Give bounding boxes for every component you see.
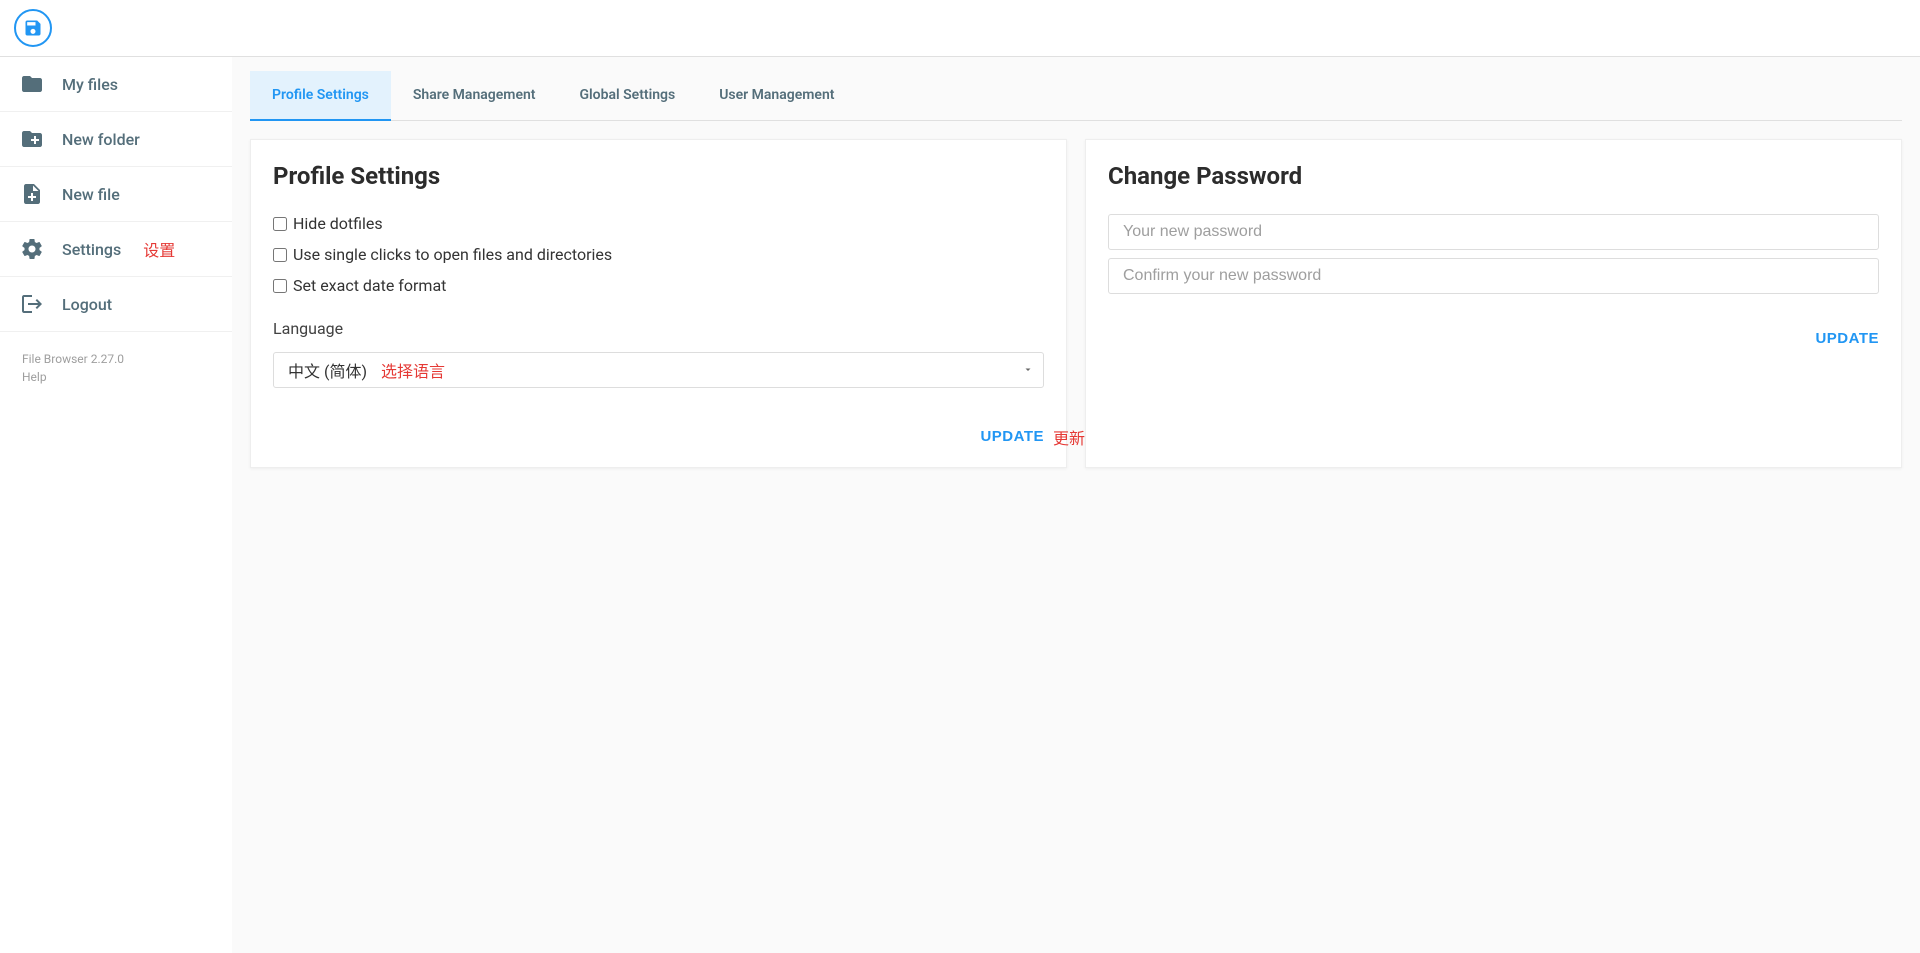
settings-annotation: 设置 (143, 237, 175, 261)
sidebar-item-label: Settings (62, 240, 121, 259)
checkbox-row-single-click: Use single clicks to open files and dire… (273, 245, 1044, 264)
card-title: Change Password (1108, 162, 1879, 190)
single-click-checkbox[interactable] (273, 248, 287, 262)
new-password-input[interactable] (1108, 214, 1879, 250)
sidebar-item-my-files[interactable]: My files (0, 57, 232, 112)
hide-dotfiles-checkbox[interactable] (273, 217, 287, 231)
sidebar-item-new-folder[interactable]: New folder (0, 112, 232, 167)
checkbox-label[interactable]: Hide dotfiles (293, 214, 383, 233)
sidebar-item-label: New folder (62, 130, 140, 149)
tab-user-management[interactable]: User Management (697, 71, 856, 120)
sidebar-item-label: New file (62, 185, 120, 204)
language-annotation: 选择语言 (381, 358, 445, 382)
tab-global-settings[interactable]: Global Settings (558, 71, 698, 120)
tab-share-management[interactable]: Share Management (391, 71, 558, 120)
sidebar-item-logout[interactable]: Logout (0, 277, 232, 332)
settings-tabs: Profile Settings Share Management Global… (250, 71, 1902, 121)
sidebar-item-new-file[interactable]: New file (0, 167, 232, 222)
sidebar-item-label: Logout (62, 295, 112, 314)
note-add-icon (20, 182, 44, 206)
checkbox-row-date-format: Set exact date format (273, 276, 1044, 295)
language-label: Language (273, 319, 1044, 338)
floppy-disk-icon (23, 18, 43, 38)
app-logo[interactable] (14, 9, 52, 47)
language-select[interactable]: 中文 (简体) 选择语言 (273, 352, 1044, 388)
confirm-password-input[interactable] (1108, 258, 1879, 294)
help-link[interactable]: Help (22, 368, 210, 386)
sidebar: My files New folder New file Settings 设置 (0, 57, 232, 953)
sidebar-item-settings[interactable]: Settings 设置 (0, 222, 232, 277)
checkbox-row-hide-dotfiles: Hide dotfiles (273, 214, 1044, 233)
checkbox-label[interactable]: Use single clicks to open files and dire… (293, 245, 612, 264)
password-update-button[interactable]: UPDATE (1815, 330, 1879, 347)
app-version: File Browser 2.27.0 (22, 350, 210, 368)
language-value: 中文 (简体) (288, 358, 367, 382)
folder-icon (20, 72, 44, 96)
sidebar-footer: File Browser 2.27.0 Help (0, 332, 232, 404)
create-folder-icon (20, 127, 44, 151)
tab-profile-settings[interactable]: Profile Settings (250, 71, 391, 121)
main-content: Profile Settings Share Management Global… (232, 57, 1920, 953)
card-title: Profile Settings (273, 162, 1044, 190)
header (0, 0, 1920, 57)
update-annotation: 更新 (1053, 425, 1085, 449)
sidebar-item-label: My files (62, 75, 118, 94)
profile-update-button[interactable]: UPDATE (980, 428, 1044, 445)
date-format-checkbox[interactable] (273, 279, 287, 293)
profile-settings-card: Profile Settings Hide dotfiles Use singl… (250, 139, 1067, 468)
settings-icon (20, 237, 44, 261)
logout-icon (20, 292, 44, 316)
change-password-card: Change Password UPDATE (1085, 139, 1902, 468)
checkbox-label[interactable]: Set exact date format (293, 276, 446, 295)
